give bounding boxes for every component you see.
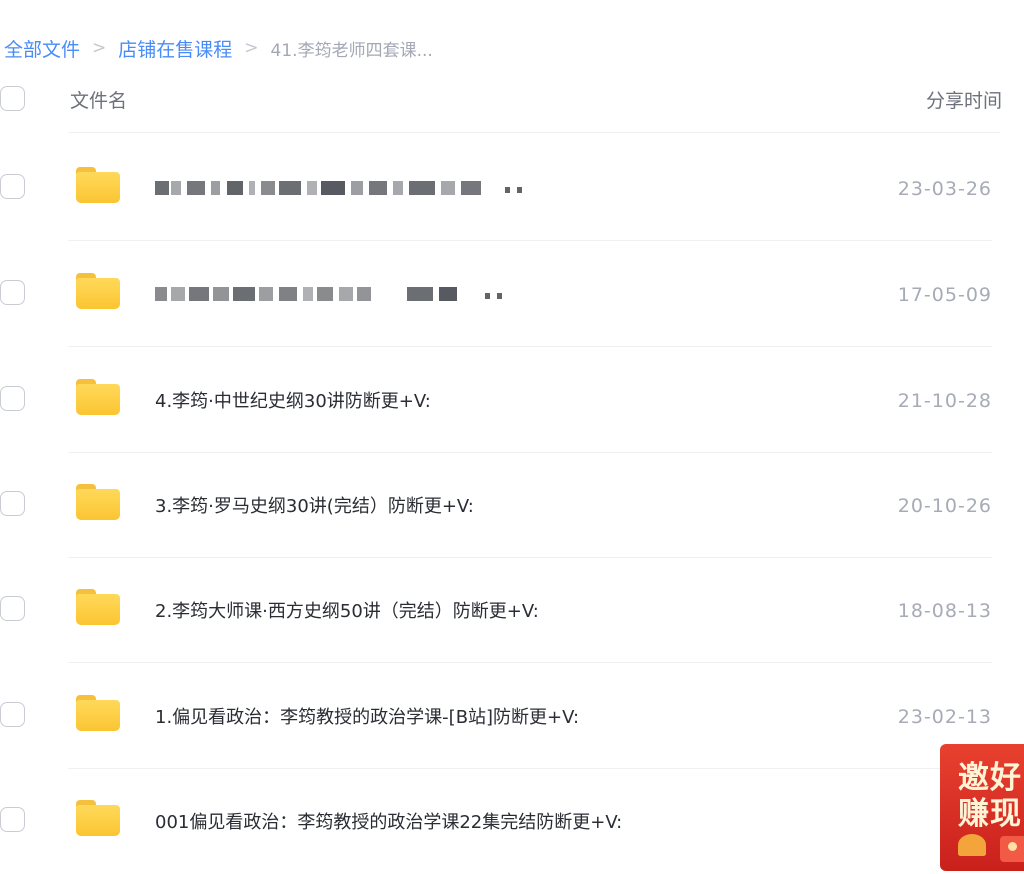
folder-icon bbox=[76, 800, 120, 836]
file-name[interactable]: 001偏见看政治：李筠教授的政治学课22集完结防断更+V: bbox=[155, 808, 622, 834]
invite-promo-banner[interactable]: 邀好 赚现 bbox=[940, 744, 1024, 871]
row-checkbox[interactable] bbox=[0, 807, 25, 832]
file-name[interactable]: 1.偏见看政治：李筠教授的政治学课-[B站]防断更+V: bbox=[155, 703, 579, 729]
promo-text-line2: 赚现 bbox=[958, 796, 1022, 832]
table-row[interactable]: 4.李筠·中世纪史纲30讲防断更+V: 21-10-28 bbox=[0, 347, 1024, 453]
breadcrumb-separator-icon: > bbox=[244, 38, 259, 58]
column-header-share-time[interactable]: 分享时间 bbox=[926, 86, 1002, 113]
folder-icon bbox=[76, 695, 120, 731]
share-time: 17-05-09 bbox=[897, 284, 992, 306]
row-checkbox[interactable] bbox=[0, 280, 25, 305]
table-row[interactable]: 2.李筠大师课·西方史纲50讲（完结）防断更+V: 18-08-13 bbox=[0, 557, 1024, 663]
folder-icon bbox=[76, 167, 120, 203]
table-row[interactable]: 001偏见看政治：李筠教授的政治学课22集完结防断更+V: 23-0 bbox=[0, 768, 1024, 874]
share-time: 18-08-13 bbox=[897, 600, 992, 622]
table-row[interactable]: 23-03-26 bbox=[0, 135, 1024, 241]
folder-icon bbox=[76, 379, 120, 415]
share-time: 21-10-28 bbox=[897, 390, 992, 412]
table-row[interactable]: 17-05-09 bbox=[0, 241, 1024, 347]
row-checkbox[interactable] bbox=[0, 491, 25, 516]
breadcrumb: 全部文件 > 店铺在售课程 > 41.李筠老师四套课... bbox=[4, 35, 433, 62]
file-name[interactable]: 3.李筠·罗马史纲30讲(完结）防断更+V: bbox=[155, 492, 474, 518]
row-checkbox[interactable] bbox=[0, 702, 25, 727]
file-name[interactable]: 4.李筠·中世纪史纲30讲防断更+V: bbox=[155, 387, 431, 413]
column-header-name[interactable]: 文件名 bbox=[70, 86, 127, 113]
table-row[interactable]: 1.偏见看政治：李筠教授的政治学课-[B站]防断更+V: 23-02-13 bbox=[0, 663, 1024, 769]
breadcrumb-store-courses[interactable]: 店铺在售课程 bbox=[118, 35, 232, 62]
breadcrumb-separator-icon: > bbox=[92, 38, 107, 58]
breadcrumb-current-folder: 41.李筠老师四套课... bbox=[270, 40, 433, 61]
table-row[interactable]: 3.李筠·罗马史纲30讲(完结）防断更+V: 20-10-26 bbox=[0, 452, 1024, 558]
share-time: 23-02-13 bbox=[897, 706, 992, 728]
file-name[interactable]: 2.李筠大师课·西方史纲50讲（完结）防断更+V: bbox=[155, 597, 539, 623]
divider bbox=[68, 132, 1000, 133]
select-all-checkbox[interactable] bbox=[0, 86, 25, 111]
row-checkbox[interactable] bbox=[0, 596, 25, 621]
folder-icon bbox=[76, 484, 120, 520]
folder-icon bbox=[76, 589, 120, 625]
breadcrumb-all-files[interactable]: 全部文件 bbox=[4, 35, 80, 62]
share-time: 23-03-26 bbox=[897, 178, 992, 200]
envelope-seal-icon bbox=[1008, 842, 1017, 851]
row-checkbox[interactable] bbox=[0, 386, 25, 411]
table-header: 文件名 分享时间 bbox=[0, 78, 1024, 118]
coin-icon bbox=[958, 834, 986, 856]
folder-icon bbox=[76, 273, 120, 309]
row-checkbox[interactable] bbox=[0, 174, 25, 199]
share-time: 20-10-26 bbox=[897, 495, 992, 517]
